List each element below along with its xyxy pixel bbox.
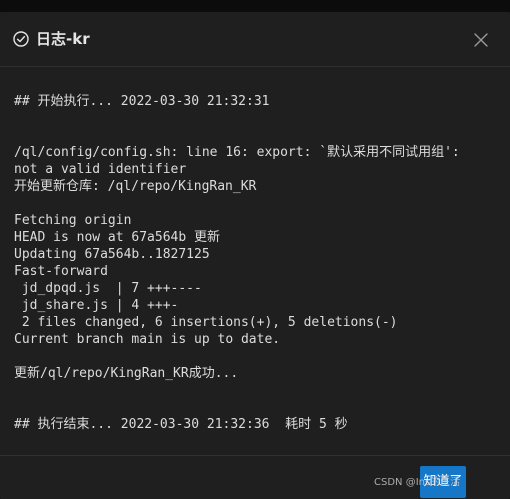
dialog-header: 日志-kr	[0, 12, 510, 67]
log-line: ## 执行结束... 2022-03-30 21:32:36 耗时 5 秒	[14, 417, 348, 432]
log-line: 开始更新仓库: /ql/repo/KingRan_KR	[14, 179, 257, 194]
log-line: Updating 67a564b..1827125	[14, 247, 210, 262]
log-dialog: 日志-kr ## 开始执行... 2022-03-30 21:32:31 /ql…	[0, 12, 510, 499]
dialog-title: 日志-kr	[36, 30, 90, 48]
log-line: 2 files changed, 6 insertions(+), 5 dele…	[14, 315, 398, 330]
log-line: /ql/config/config.sh: line 16: export: `…	[14, 145, 460, 160]
log-line: ## 开始执行... 2022-03-30 21:32:31	[14, 94, 270, 109]
log-line: HEAD is now at 67a564b 更新	[14, 230, 221, 245]
log-line: jd_dpqd.js | 7 +++----	[14, 281, 202, 296]
log-line: Fast-forward	[14, 264, 108, 279]
log-line: Fetching origin	[14, 213, 132, 228]
close-icon[interactable]	[470, 29, 492, 51]
log-line: jd_share.js | 4 +++-	[14, 298, 179, 313]
watermark: CSDN @Ins的生活	[374, 477, 461, 488]
top-strip	[0, 0, 510, 12]
check-circle-icon	[13, 31, 29, 47]
log-line: not a valid identifier	[14, 162, 187, 177]
log-content[interactable]: ## 开始执行... 2022-03-30 21:32:31 /ql/confi…	[0, 67, 510, 455]
log-line: Current branch main is up to date.	[14, 332, 281, 347]
log-line: 更新/ql/repo/KingRan_KR成功...	[14, 366, 239, 381]
